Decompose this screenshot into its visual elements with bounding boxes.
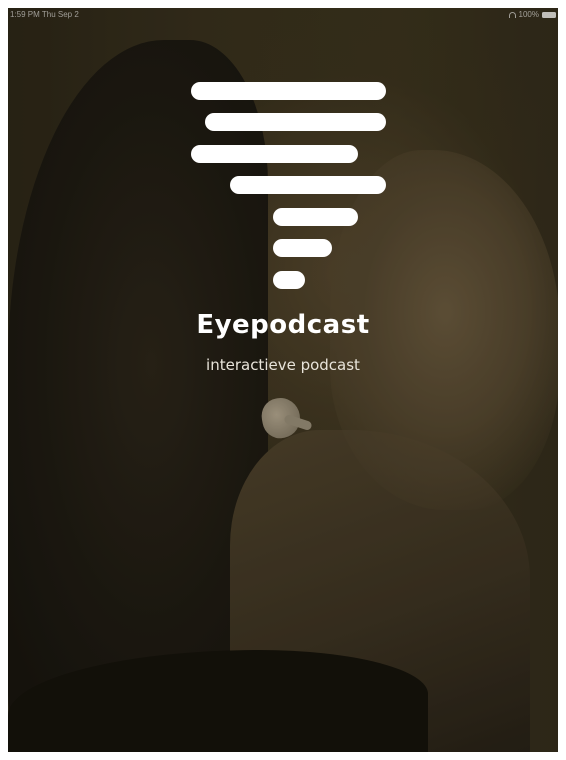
app-subtitle: interactieve podcast bbox=[206, 356, 360, 374]
logo-bar bbox=[273, 208, 358, 226]
frame-border-bottom bbox=[0, 752, 566, 760]
logo-bar bbox=[273, 271, 305, 289]
frame-border-top bbox=[0, 0, 566, 8]
logo-bar bbox=[230, 176, 386, 194]
stacked-bars-logo-icon bbox=[0, 0, 566, 760]
splash-screen: 1:59 PM Thu Sep 2 100% Eyepodcast intera… bbox=[0, 0, 566, 760]
logo-bar bbox=[191, 145, 358, 163]
frame-border-right bbox=[558, 0, 566, 760]
app-title: Eyepodcast bbox=[196, 310, 370, 340]
logo-bar bbox=[191, 82, 386, 100]
frame-border-left bbox=[0, 0, 8, 760]
logo-bar bbox=[205, 113, 386, 131]
logo-bar bbox=[273, 239, 332, 257]
